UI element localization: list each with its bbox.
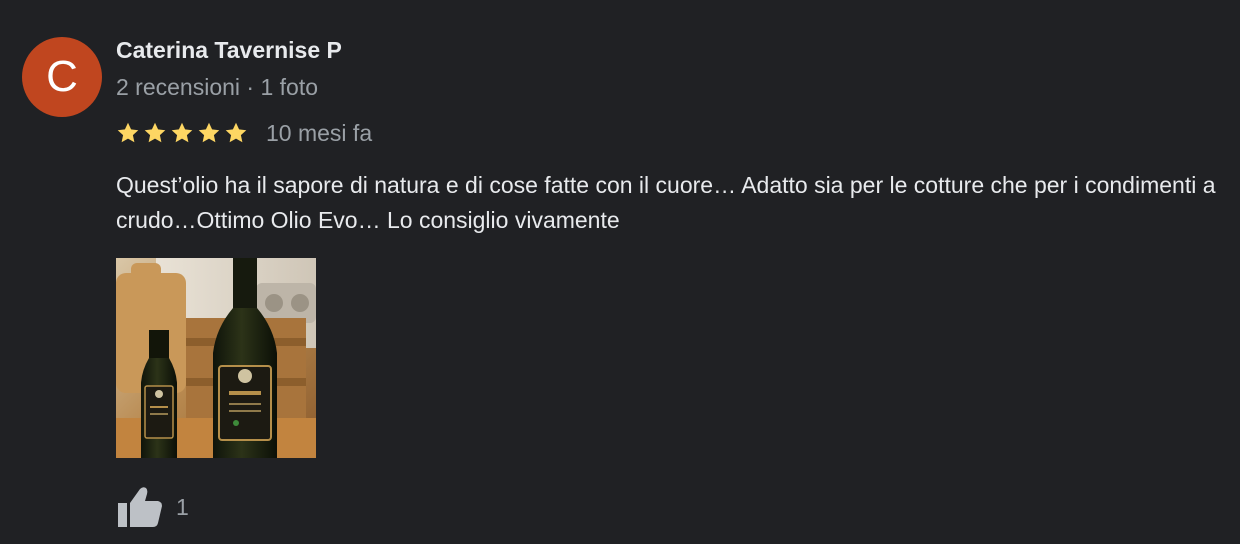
like-row: 1 bbox=[116, 485, 189, 529]
olive-oil-bottles-photo bbox=[116, 258, 316, 458]
rating-row: 10 mesi fa bbox=[116, 118, 372, 148]
star-icon bbox=[171, 122, 193, 143]
star-rating bbox=[116, 121, 248, 145]
author-meta[interactable]: 2 recensioni · 1 foto bbox=[116, 74, 318, 101]
thumbs-up-icon[interactable] bbox=[116, 485, 164, 529]
review-text: Quest’olio ha il sapore di natura e di c… bbox=[116, 172, 1216, 233]
star-icon bbox=[144, 122, 166, 143]
review-card: C Caterina Tavernise P 2 recensioni · 1 … bbox=[0, 0, 1240, 544]
author-name[interactable]: Caterina Tavernise P bbox=[116, 37, 342, 64]
avatar-initial: C bbox=[46, 52, 78, 101]
author-avatar[interactable]: C bbox=[22, 37, 102, 117]
star-icon bbox=[198, 122, 220, 143]
review-photo[interactable] bbox=[116, 258, 316, 458]
star-icon bbox=[225, 122, 247, 143]
star-icon bbox=[117, 122, 139, 143]
like-count: 1 bbox=[176, 493, 189, 520]
review-date: 10 mesi fa bbox=[266, 119, 373, 146]
